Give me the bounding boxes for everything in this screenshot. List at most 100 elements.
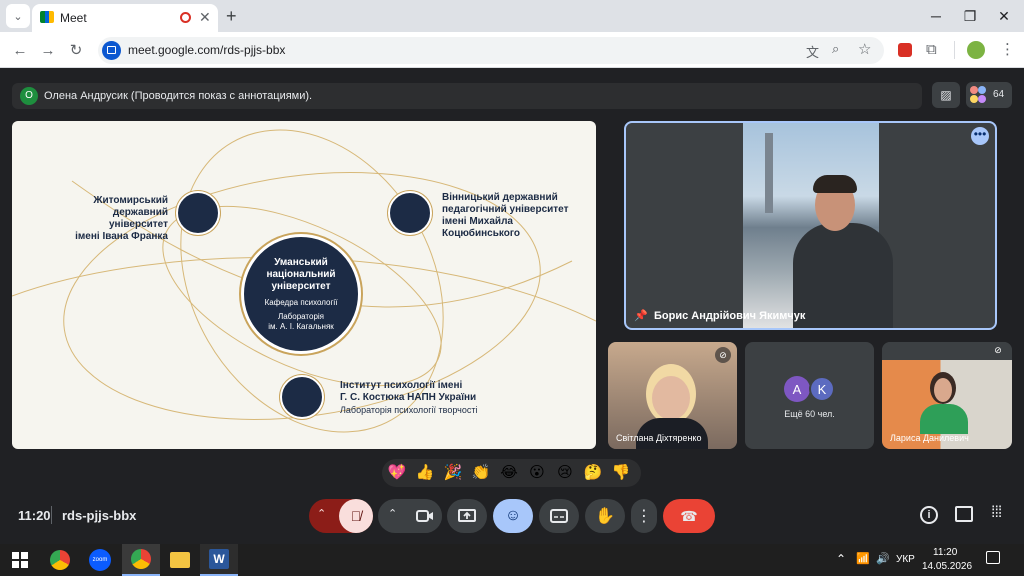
start-button[interactable] xyxy=(4,544,36,576)
node-zhytomyr xyxy=(176,191,220,235)
speaker-name: Борис Андрійович Якимчук xyxy=(654,310,806,322)
chevron-down-icon: ⌄ xyxy=(13,10,23,23)
reaction-surprised[interactable]: 😮 xyxy=(526,462,548,484)
participant-tile[interactable]: ⊘ Світлана Діхтяренко xyxy=(608,342,737,449)
participant-name: Світлана Діхтяренко xyxy=(616,433,702,443)
participant-dot-icon xyxy=(970,95,978,103)
participant-avatar: A xyxy=(784,376,810,402)
mic-control-group: ⌃ 🎙̸ xyxy=(309,499,373,533)
speaker-tile[interactable]: ••• 📌 Борис Андрійович Якимчук xyxy=(624,121,997,330)
reactions-button[interactable]: ☺ xyxy=(493,499,533,533)
translate-icon[interactable]: 文 xyxy=(806,42,819,61)
clock-time: 11:20 xyxy=(933,547,958,558)
close-window-button[interactable]: ✕ xyxy=(988,0,1020,32)
camera-toggle-button[interactable] xyxy=(408,499,442,533)
present-off-icon: ▨ xyxy=(940,88,952,102)
new-tab-button[interactable]: + xyxy=(226,6,237,27)
back-button[interactable]: ← xyxy=(8,38,32,62)
more-options-button[interactable]: ⋮ xyxy=(631,499,657,533)
presentation-slide: Житомирський державний університет імені… xyxy=(12,121,596,449)
participant-dot-icon xyxy=(970,86,978,94)
reaction-heart[interactable]: 💖 xyxy=(386,462,408,484)
more-options-icon[interactable]: ••• xyxy=(971,127,989,145)
present-screen-icon xyxy=(458,509,476,522)
speaker-video xyxy=(743,123,893,328)
camera-options-chevron-icon[interactable]: ⌃ xyxy=(388,507,397,520)
forward-arrow-icon: → xyxy=(40,41,56,59)
address-bar[interactable]: meet.google.com/rds-pjjs-bbx 文 ⌕ ☆ xyxy=(98,37,884,64)
forward-button[interactable]: → xyxy=(36,38,60,62)
url-text: meet.google.com/rds-pjjs-bbx xyxy=(128,43,286,57)
more-participants-tile[interactable]: A K Ещё 60 чел. xyxy=(745,342,874,449)
language-indicator[interactable]: УКР xyxy=(896,554,915,565)
reload-icon: ↻ xyxy=(69,42,83,59)
taskbar-chrome-active[interactable] xyxy=(122,544,160,576)
network-icon[interactable]: 📶 xyxy=(856,552,870,565)
chat-icon[interactable] xyxy=(955,506,973,522)
taskbar-word[interactable]: W xyxy=(200,544,238,576)
zoom-icon: zoom xyxy=(89,549,111,571)
tray-chevron-up-icon[interactable]: ⌃ xyxy=(836,552,846,566)
minimize-button[interactable]: ─ xyxy=(920,0,952,32)
speaker-body xyxy=(793,223,893,328)
tab-meet[interactable]: Meet ✕ xyxy=(32,4,218,32)
reaction-thinking[interactable]: 🤔 xyxy=(582,462,604,484)
windows-taskbar: zoom W ⌃ 📶 🔊 УКР 11:20 14.05.2026 xyxy=(0,544,1024,576)
more-participants-label: Ещё 60 чел. xyxy=(784,409,835,419)
participant-name: Лариса Данилевич xyxy=(890,433,969,443)
taskbar-zoom[interactable]: zoom xyxy=(84,544,116,576)
captions-button[interactable] xyxy=(539,499,579,533)
node-vinnytsia xyxy=(388,191,432,235)
participant-face xyxy=(934,378,952,402)
emoji-smile-icon: ☺ xyxy=(504,507,522,524)
mic-options-chevron-icon[interactable]: ⌃ xyxy=(317,507,326,520)
tower-shape xyxy=(765,133,773,213)
tab-search-button[interactable]: ⌄ xyxy=(6,4,30,28)
activities-grid-icon[interactable]: ⁞⁞⁞ xyxy=(991,504,1002,522)
back-arrow-icon: ← xyxy=(12,41,28,59)
mic-off-icon: ⊘ xyxy=(715,347,731,363)
institute-title: Інститут психології імені Г. С. Костюка … xyxy=(340,380,477,403)
notifications-icon[interactable] xyxy=(986,551,1000,564)
menu-kebab-icon[interactable]: ⋮ xyxy=(1000,40,1015,58)
uni-vinnytsia: Вінницький державний педагогічний універ… xyxy=(442,192,569,239)
close-tab-icon[interactable]: ✕ xyxy=(199,9,211,26)
raise-hand-button[interactable]: ✋ xyxy=(585,499,625,533)
taskbar-file-explorer[interactable] xyxy=(164,544,196,576)
taskbar-chrome[interactable] xyxy=(44,544,76,576)
end-call-icon: ☎ xyxy=(680,507,698,524)
recording-icon xyxy=(180,12,191,23)
participants-button[interactable]: 64 xyxy=(966,82,1012,108)
reaction-thumbs-down[interactable]: 👎 xyxy=(610,462,632,484)
chrome-icon xyxy=(50,550,70,570)
camera-icon xyxy=(107,46,116,54)
hand-icon: ✋ xyxy=(595,508,615,525)
bookmark-star-icon[interactable]: ☆ xyxy=(858,40,871,58)
node-institute xyxy=(280,375,324,419)
reaction-sad[interactable]: 😢 xyxy=(554,462,576,484)
reaction-laugh[interactable]: 😂 xyxy=(498,462,520,484)
reaction-thumbs-up[interactable]: 👍 xyxy=(414,462,436,484)
end-call-button[interactable]: ☎ xyxy=(663,499,715,533)
participant-tile[interactable]: ⊘ Лариса Данилевич xyxy=(882,342,1012,449)
presenter-avatar: О xyxy=(20,87,38,105)
meeting-info-icon[interactable]: i xyxy=(920,506,938,524)
presentation-off-button[interactable]: ▨ xyxy=(932,82,960,108)
uni-zhytomyr: Житомирський державний університет імені… xyxy=(75,195,168,242)
reaction-clap[interactable]: 👏 xyxy=(470,462,492,484)
extensions-puzzle-icon[interactable]: ⧉ xyxy=(926,41,937,58)
reaction-party[interactable]: 🎉 xyxy=(442,462,464,484)
zoom-icon[interactable]: ⌕ xyxy=(832,41,839,57)
present-screen-button[interactable] xyxy=(447,499,487,533)
word-icon: W xyxy=(209,549,229,569)
mic-toggle-button[interactable]: 🎙̸ xyxy=(339,499,373,533)
participant-dot-icon xyxy=(978,86,986,94)
reload-button[interactable]: ↻ xyxy=(64,38,88,62)
extension-record-icon[interactable] xyxy=(898,43,912,57)
participant-dot-icon xyxy=(978,95,986,103)
captions-icon xyxy=(550,509,568,523)
participant-avatar: K xyxy=(809,376,835,402)
profile-avatar[interactable] xyxy=(967,41,985,59)
maximize-button[interactable]: ❐ xyxy=(954,0,986,32)
volume-icon[interactable]: 🔊 xyxy=(876,552,890,565)
